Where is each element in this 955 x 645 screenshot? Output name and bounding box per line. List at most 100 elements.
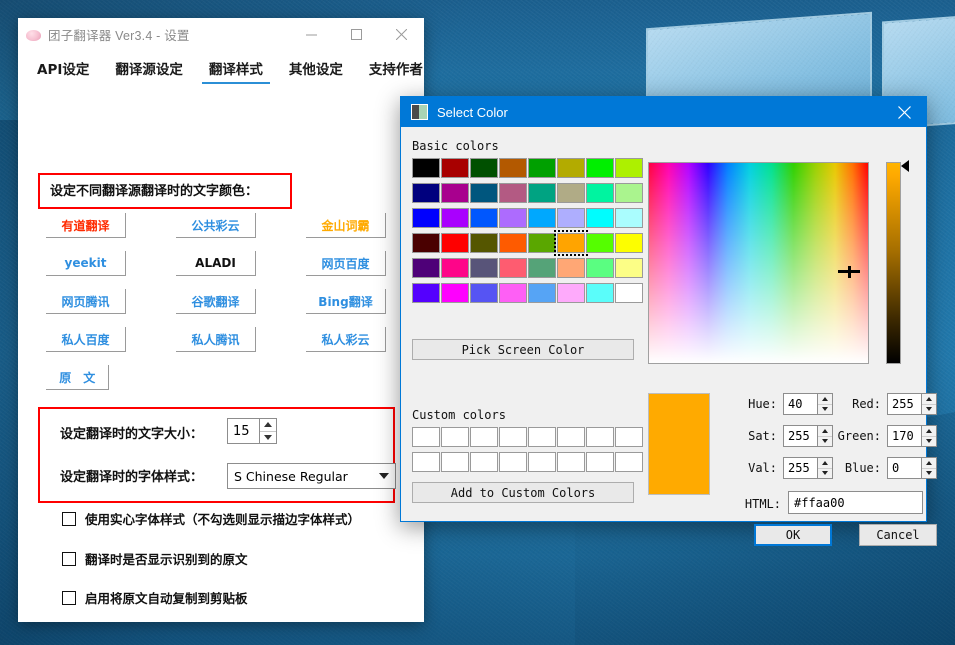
custom-color-swatch[interactable] <box>615 452 643 472</box>
basic-color-swatch[interactable] <box>586 233 614 253</box>
basic-color-swatch[interactable] <box>557 283 585 303</box>
basic-color-swatch[interactable] <box>557 183 585 203</box>
val-value[interactable]: 255 <box>784 458 817 478</box>
basic-color-swatch[interactable] <box>528 158 556 178</box>
basic-color-swatch[interactable] <box>499 233 527 253</box>
green-value[interactable]: 170 <box>888 426 921 446</box>
basic-color-swatch[interactable] <box>528 208 556 228</box>
font-size-increment-button[interactable] <box>260 419 276 432</box>
basic-color-swatch[interactable] <box>441 283 469 303</box>
red-value[interactable]: 255 <box>888 394 921 414</box>
basic-color-swatch[interactable] <box>586 158 614 178</box>
basic-color-swatch[interactable] <box>412 158 440 178</box>
basic-color-swatch[interactable] <box>586 208 614 228</box>
font-size-stepper[interactable]: 15 <box>227 418 277 444</box>
custom-color-swatch[interactable] <box>586 452 614 472</box>
custom-color-swatch[interactable] <box>615 427 643 447</box>
close-icon[interactable] <box>882 97 926 127</box>
basic-color-swatch[interactable] <box>470 183 498 203</box>
basic-color-swatch[interactable] <box>557 208 585 228</box>
add-to-custom-colors-button[interactable]: Add to Custom Colors <box>412 482 634 503</box>
custom-color-swatch[interactable] <box>499 452 527 472</box>
basic-color-swatch[interactable] <box>528 258 556 278</box>
checkbox-box[interactable] <box>62 511 76 526</box>
font-size-value[interactable]: 15 <box>228 419 259 443</box>
ok-button[interactable]: OK <box>754 524 832 546</box>
basic-color-swatch[interactable] <box>412 233 440 253</box>
basic-color-swatch[interactable] <box>615 233 643 253</box>
pick-screen-color-button[interactable]: Pick Screen Color <box>412 339 634 360</box>
basic-color-swatch[interactable] <box>586 183 614 203</box>
maximize-icon[interactable] <box>334 18 379 50</box>
basic-color-swatch[interactable] <box>557 258 585 278</box>
tab-other-settings[interactable]: 其他设定 <box>276 54 356 85</box>
custom-color-swatch[interactable] <box>470 427 498 447</box>
basic-color-swatch[interactable] <box>586 283 614 303</box>
value-slider[interactable] <box>886 162 901 364</box>
basic-color-swatch[interactable] <box>470 158 498 178</box>
source-button-yeekit[interactable]: yeekit <box>46 251 126 276</box>
blue-increment-button[interactable] <box>922 458 936 469</box>
html-color-input[interactable]: #ffaa00 <box>788 491 923 514</box>
source-button-google[interactable]: 谷歌翻译 <box>176 289 256 314</box>
basic-color-swatch[interactable] <box>470 233 498 253</box>
green-stepper[interactable]: 170 <box>887 425 937 447</box>
basic-color-swatch[interactable] <box>441 233 469 253</box>
basic-color-swatch[interactable] <box>499 283 527 303</box>
basic-color-swatch[interactable] <box>554 230 588 256</box>
basic-color-swatch[interactable] <box>412 208 440 228</box>
source-button-original-text[interactable]: 原 文 <box>46 365 110 390</box>
red-stepper[interactable]: 255 <box>887 393 937 415</box>
custom-color-swatch[interactable] <box>557 427 585 447</box>
basic-color-swatch[interactable] <box>470 283 498 303</box>
hue-value[interactable]: 40 <box>784 394 817 414</box>
basic-color-swatch[interactable] <box>412 283 440 303</box>
red-increment-button[interactable] <box>922 394 936 405</box>
checkbox-show-original-text[interactable]: 翻译时是否显示识别到的原文 <box>62 549 248 568</box>
blue-stepper[interactable]: 0 <box>887 457 937 479</box>
source-button-private-caiyun[interactable]: 私人彩云 <box>306 327 386 352</box>
tab-source-settings[interactable]: 翻译源设定 <box>102 54 196 85</box>
basic-color-swatch[interactable] <box>499 258 527 278</box>
checkbox-auto-copy-to-clipboard[interactable]: 启用将原文自动复制到剪贴板 <box>62 588 248 607</box>
basic-color-swatch[interactable] <box>470 208 498 228</box>
basic-color-swatch[interactable] <box>441 258 469 278</box>
source-button-private-tencent[interactable]: 私人腾讯 <box>176 327 256 352</box>
basic-color-swatch[interactable] <box>499 208 527 228</box>
custom-color-swatch[interactable] <box>557 452 585 472</box>
basic-color-swatch[interactable] <box>615 158 643 178</box>
checkbox-solid-font-style[interactable]: 使用实心字体样式（不勾选则显示描边字体样式） <box>62 509 360 528</box>
tab-api-settings[interactable]: API设定 <box>24 54 102 85</box>
basic-color-swatch[interactable] <box>441 183 469 203</box>
custom-color-swatch[interactable] <box>470 452 498 472</box>
checkbox-box[interactable] <box>62 590 76 605</box>
saturation-value-picker[interactable] <box>648 162 869 364</box>
basic-color-swatch[interactable] <box>412 258 440 278</box>
source-button-web-tencent[interactable]: 网页腾讯 <box>46 289 126 314</box>
source-button-bing[interactable]: Bing翻译 <box>306 289 386 314</box>
basic-color-swatch[interactable] <box>499 183 527 203</box>
basic-color-swatch[interactable] <box>528 233 556 253</box>
basic-color-swatch[interactable] <box>441 158 469 178</box>
value-slider-handle-icon[interactable] <box>901 160 909 172</box>
basic-color-swatch[interactable] <box>615 258 643 278</box>
font-size-decrement-button[interactable] <box>260 432 276 444</box>
tab-translate-style[interactable]: 翻译样式 <box>196 54 276 85</box>
basic-color-swatch[interactable] <box>615 208 643 228</box>
source-button-aladi[interactable]: ALADI <box>176 251 256 276</box>
basic-color-swatch[interactable] <box>557 158 585 178</box>
basic-color-swatch[interactable] <box>470 258 498 278</box>
custom-color-swatch[interactable] <box>528 427 556 447</box>
basic-color-swatch[interactable] <box>615 183 643 203</box>
custom-color-swatch[interactable] <box>499 427 527 447</box>
green-increment-button[interactable] <box>922 426 936 437</box>
blue-value[interactable]: 0 <box>888 458 921 478</box>
source-button-jinshan[interactable]: 金山词霸 <box>306 213 386 238</box>
custom-color-swatch[interactable] <box>441 452 469 472</box>
custom-color-swatch[interactable] <box>586 427 614 447</box>
source-button-youdao[interactable]: 有道翻译 <box>46 213 126 238</box>
custom-color-swatch[interactable] <box>412 427 440 447</box>
basic-color-swatch[interactable] <box>412 183 440 203</box>
cancel-button[interactable]: Cancel <box>859 524 937 546</box>
blue-decrement-button[interactable] <box>922 469 936 479</box>
